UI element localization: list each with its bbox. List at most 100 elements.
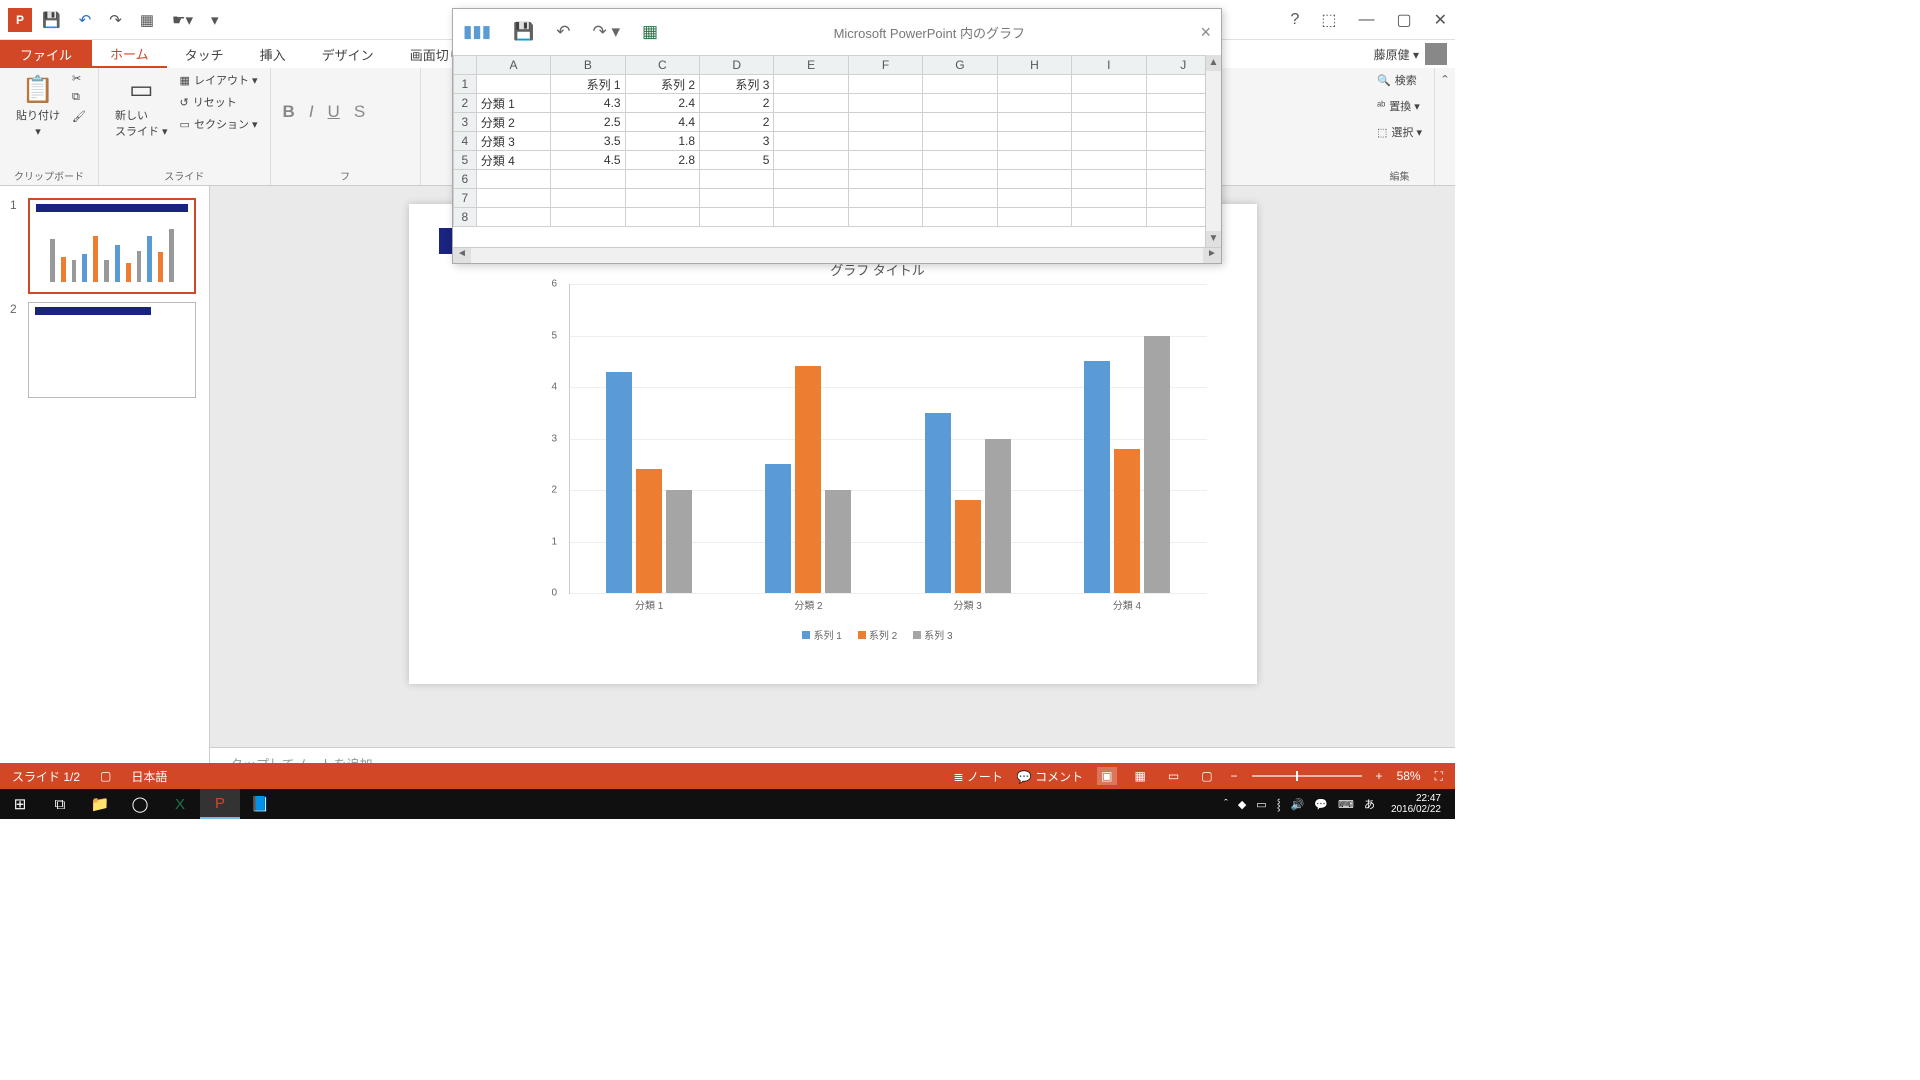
underline-button[interactable]: U xyxy=(328,102,340,122)
tray-ime-icon[interactable]: あ xyxy=(1364,796,1375,812)
slideshow-icon[interactable]: ▦ xyxy=(140,11,154,29)
slide-counter[interactable]: スライド 1/2 xyxy=(12,768,80,785)
quick-access-toolbar: 💾 ↶ ↷ ▦ ☛▾ ▾ xyxy=(42,11,219,29)
notepad-icon[interactable]: 📘 xyxy=(240,789,280,819)
slide: グラフ タイトル 0123456分類 1分類 2分類 3分類 4 系列 1系列 … xyxy=(409,204,1257,684)
taskbar-clock[interactable]: 22:47 2016/02/22 xyxy=(1385,793,1447,815)
chart-data-grid[interactable]: ABCDEFGHIJ1系列 1系列 2系列 32分類 14.32.423分類 2… xyxy=(453,55,1221,247)
dw-save-icon[interactable]: 💾 xyxy=(513,22,534,42)
reading-view-icon[interactable]: ▭ xyxy=(1164,767,1183,785)
layout-icon: ▦ xyxy=(180,74,190,87)
undo-icon[interactable]: ↶ xyxy=(79,11,92,29)
chart-legend: 系列 1系列 2系列 3 xyxy=(539,627,1217,642)
tab-design[interactable]: デザイン xyxy=(304,40,392,68)
layout-button[interactable]: ▦レイアウト ▾ xyxy=(180,72,258,88)
copy-button[interactable]: ⧉ xyxy=(72,91,86,104)
redo-icon[interactable]: ↷ xyxy=(109,11,122,29)
comments-toggle[interactable]: 💬 コメント xyxy=(1017,768,1083,785)
save-icon[interactable]: 💾 xyxy=(42,11,61,29)
explorer-icon[interactable]: 📁 xyxy=(80,789,120,819)
tray-messages-icon[interactable]: 💬 xyxy=(1314,798,1328,811)
new-slide-icon: ▭ xyxy=(129,74,154,105)
tab-file[interactable]: ファイル xyxy=(0,40,92,68)
tray-volume-icon[interactable]: 🔊 xyxy=(1291,798,1305,811)
workspace: 1 2 グラフ タイトル 0123456分類 1分類 2分類 3分類 4 系列 … xyxy=(0,186,1455,779)
select-icon: ⬚ xyxy=(1377,126,1387,139)
user-account[interactable]: 藤原健 ▾ xyxy=(1374,40,1455,68)
scroll-up-icon[interactable]: ▲ xyxy=(1206,55,1221,71)
avatar xyxy=(1425,43,1447,65)
group-label-font: フ xyxy=(283,166,408,183)
select-button[interactable]: ⬚選択 ▾ xyxy=(1377,124,1422,140)
replace-button[interactable]: ᵃᵇ置換 ▾ xyxy=(1377,98,1422,114)
edit-in-excel-icon[interactable]: ▦ xyxy=(642,22,658,42)
tray-keyboard-icon[interactable]: ⌨ xyxy=(1338,798,1354,811)
scroll-right-icon[interactable]: ► xyxy=(1203,248,1221,263)
italic-button[interactable]: I xyxy=(309,102,314,122)
fit-window-icon[interactable]: ⛶ xyxy=(1435,769,1443,784)
dw-redo-icon[interactable]: ↷ ▾ xyxy=(593,22,621,42)
chart-data-close-icon[interactable]: × xyxy=(1200,22,1211,43)
shadow-button[interactable]: S xyxy=(354,102,365,122)
excel-icon[interactable]: X xyxy=(160,789,200,819)
app-icon: P xyxy=(8,8,32,32)
tray-battery-icon[interactable]: ▭ xyxy=(1256,798,1266,811)
thumbnail-1[interactable]: 1 xyxy=(0,194,209,298)
bold-button[interactable]: B xyxy=(283,102,295,122)
touch-mode-icon[interactable]: ☛▾ xyxy=(172,11,193,29)
cut-button[interactable]: ✂ xyxy=(72,72,86,85)
minimize-icon[interactable]: — xyxy=(1358,11,1374,29)
tray-wifi-icon[interactable]: ⸾ xyxy=(1277,797,1281,812)
slideshow-view-icon[interactable]: ▢ xyxy=(1197,767,1216,785)
paste-button[interactable]: 📋 貼り付け ▾ xyxy=(12,72,64,140)
reset-button[interactable]: ↺リセット xyxy=(180,94,258,110)
group-slides: ▭ 新しい スライド ▾ ▦レイアウト ▾ ↺リセット ▭セクション ▾ スライ… xyxy=(99,68,271,185)
maximize-icon[interactable]: ▢ xyxy=(1396,10,1411,30)
tab-touch[interactable]: タッチ xyxy=(167,40,242,68)
format-painter-button[interactable]: 🖌 xyxy=(72,110,86,123)
dw-undo-icon[interactable]: ↶ xyxy=(556,22,570,42)
normal-view-icon[interactable]: ▣ xyxy=(1097,767,1116,785)
section-button[interactable]: ▭セクション ▾ xyxy=(180,116,258,132)
tab-insert[interactable]: 挿入 xyxy=(242,40,304,68)
help-icon[interactable]: ? xyxy=(1290,11,1299,29)
horizontal-scrollbar[interactable]: ◄ ► xyxy=(453,247,1221,263)
collapse-ribbon-icon[interactable]: ˆ xyxy=(1435,68,1455,185)
zoom-out-icon[interactable]: − xyxy=(1231,769,1238,783)
group-clipboard: 📋 貼り付け ▾ ✂ ⧉ 🖌 クリップボード xyxy=(0,68,99,185)
scroll-down-icon[interactable]: ▼ xyxy=(1206,231,1221,247)
group-editing: 🔍検索 ᵃᵇ置換 ▾ ⬚選択 ▾ 編集 xyxy=(1365,68,1435,185)
zoom-slider[interactable] xyxy=(1252,775,1362,777)
chart-type-icon[interactable]: ▮▮▮ xyxy=(463,22,491,42)
chart-data-titlebar[interactable]: ▮▮▮ 💾 ↶ ↷ ▾ ▦ Microsoft PowerPoint 内のグラフ… xyxy=(453,9,1221,55)
copy-icon: ⧉ xyxy=(72,91,80,104)
new-slide-button[interactable]: ▭ 新しい スライド ▾ xyxy=(111,72,172,141)
tab-home[interactable]: ホーム xyxy=(92,40,167,68)
brush-icon: 🖌 xyxy=(72,110,86,123)
qat-more-icon[interactable]: ▾ xyxy=(211,11,219,29)
zoom-level[interactable]: 58% xyxy=(1397,769,1421,783)
find-button[interactable]: 🔍検索 xyxy=(1377,72,1422,88)
thumbnail-2[interactable]: 2 xyxy=(0,298,209,402)
scroll-left-icon[interactable]: ◄ xyxy=(453,248,471,263)
status-bar: スライド 1/2 ▢ 日本語 ≣ ノート 💬 コメント ▣ ▦ ▭ ▢ − + … xyxy=(0,763,1455,789)
start-button[interactable]: ⊞ xyxy=(0,789,40,819)
zoom-in-icon[interactable]: + xyxy=(1376,769,1383,783)
powerpoint-icon[interactable]: P xyxy=(200,789,240,819)
slide-thumbnail-panel: 1 2 xyxy=(0,186,210,779)
tray-overflow-icon[interactable]: ˆ xyxy=(1224,798,1228,810)
vertical-scrollbar[interactable]: ▲ ▼ xyxy=(1205,55,1221,247)
task-view-icon[interactable]: ⧉ xyxy=(40,789,80,819)
notes-toggle[interactable]: ≣ ノート xyxy=(953,768,1002,785)
chrome-icon[interactable]: ◯ xyxy=(120,789,160,819)
sorter-view-icon[interactable]: ▦ xyxy=(1131,767,1150,785)
tray-dropbox-icon[interactable]: ◆ xyxy=(1238,798,1246,811)
slide-canvas[interactable]: グラフ タイトル 0123456分類 1分類 2分類 3分類 4 系列 1系列 … xyxy=(210,186,1455,747)
chart-object[interactable]: グラフ タイトル 0123456分類 1分類 2分類 3分類 4 系列 1系列 … xyxy=(539,260,1217,654)
group-label-slides: スライド xyxy=(111,166,258,183)
close-icon[interactable]: ✕ xyxy=(1434,10,1447,30)
language-indicator[interactable]: 日本語 xyxy=(131,768,167,785)
spellcheck-icon[interactable]: ▢ xyxy=(100,769,111,783)
group-label-editing: 編集 xyxy=(1377,166,1422,183)
ribbon-options-icon[interactable]: ⬚ xyxy=(1321,10,1336,30)
